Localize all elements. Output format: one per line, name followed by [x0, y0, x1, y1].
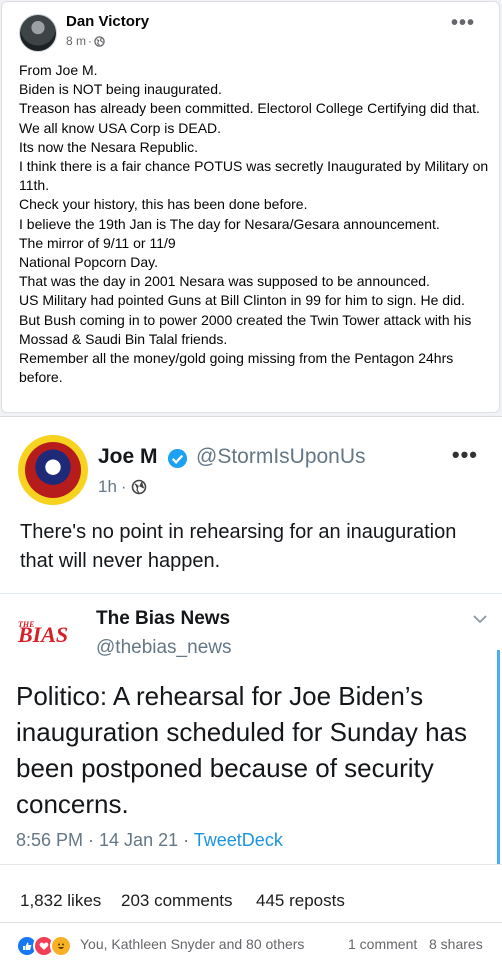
post-meta: 8 m · — [66, 34, 105, 48]
post-line: Check your history, this has been done b… — [19, 196, 308, 213]
comments-count-stat: 203 comments — [121, 891, 233, 910]
post-time[interactable]: 8 m — [66, 34, 86, 48]
tweet-time-label: 1h — [98, 477, 117, 496]
facebook-post-card: Dan Victory 8 m · ••• From Joe M. Biden … — [1, 1, 500, 413]
tweet-time: 1h · — [98, 477, 147, 497]
verified-badge-icon — [167, 448, 188, 469]
reactions-bar: You, Kathleen Snyder and 80 others 1 com… — [0, 922, 502, 965]
tweet-more-icon: ••• — [451, 442, 478, 467]
globe-icon — [94, 35, 105, 47]
tweet-author-handle: @StormIsUponUs — [196, 445, 366, 468]
post-line: The mirror of 9/11 or 11/9 — [19, 234, 176, 251]
globe-icon — [131, 479, 146, 495]
logo-small-text: THE — [18, 620, 35, 629]
reposts-count: 445 reposts — [256, 891, 345, 910]
reaction-icons[interactable] — [16, 935, 72, 957]
post-line: I think there is a fair chance POTUS was… — [19, 158, 489, 194]
post-line: From Joe M. — [19, 62, 98, 78]
meta-separator: · — [88, 34, 93, 48]
haha-icon — [50, 935, 72, 957]
tweet-author-avatar — [18, 435, 88, 505]
post-line: I believe the 19th Jan is The day for Ne… — [19, 215, 440, 232]
post-line: That was the day in 2001 Nesara was supp… — [19, 273, 430, 290]
quoted-author-name: The Bias News — [96, 608, 231, 629]
post-options-button[interactable]: ••• — [451, 13, 475, 33]
skull-logo-icon — [25, 442, 81, 498]
author-name[interactable]: Dan Victory — [66, 13, 149, 30]
quoted-tweet: THE BIAS The Bias News @thebias_news Pol… — [0, 593, 502, 866]
likes-count: 1,832 likes — [20, 891, 102, 910]
quoted-tweet-meta: 8:56 PM · 14 Jan 21 · TweetDeck — [16, 830, 283, 851]
post-line: Its now the Nesara Republic. — [19, 138, 198, 155]
post-line: We all know USA Corp is DEAD. — [19, 119, 222, 136]
shares-link[interactable]: 8 shares — [429, 936, 483, 952]
reactors-summary[interactable]: You, Kathleen Snyder and 80 others — [80, 936, 304, 952]
post-line: Treason has already been committed. Elec… — [19, 100, 480, 117]
chevron-down-icon — [473, 615, 487, 624]
tweet-stats: 1,832 likes 203 comments 445 reposts — [0, 864, 502, 923]
post-line: US Military had pointed Guns at Bill Cli… — [19, 292, 472, 347]
quoted-author-handle: @thebias_news — [96, 637, 232, 658]
bias-news-logo: THE BIAS — [18, 620, 76, 650]
post-body: From Joe M. Biden is NOT being inaugurat… — [19, 61, 489, 387]
quoted-tweet-text: Politico: A rehearsal for Joe Biden’s in… — [16, 681, 467, 819]
post-line: National Popcorn Day. — [19, 254, 159, 271]
post-line: Biden is NOT being inaugurated. — [19, 81, 222, 98]
author-avatar[interactable] — [19, 14, 57, 52]
post-line: Remember all the money/gold going missin… — [19, 350, 454, 386]
tweet-time-separator: · — [120, 477, 127, 496]
quoted-timestamp: 8:56 PM · 14 Jan 21 · — [16, 830, 194, 850]
comments-link[interactable]: 1 comment — [348, 936, 417, 952]
tweet-screenshot[interactable]: Joe M @StormIsUponUs ••• 1h · There's no… — [0, 416, 502, 866]
quoted-source: TweetDeck — [193, 830, 283, 850]
tweet-author-name: Joe M — [98, 445, 158, 468]
scroll-indicator — [497, 650, 500, 866]
tweet-text: There's no point in rehearsing for an in… — [20, 521, 457, 572]
